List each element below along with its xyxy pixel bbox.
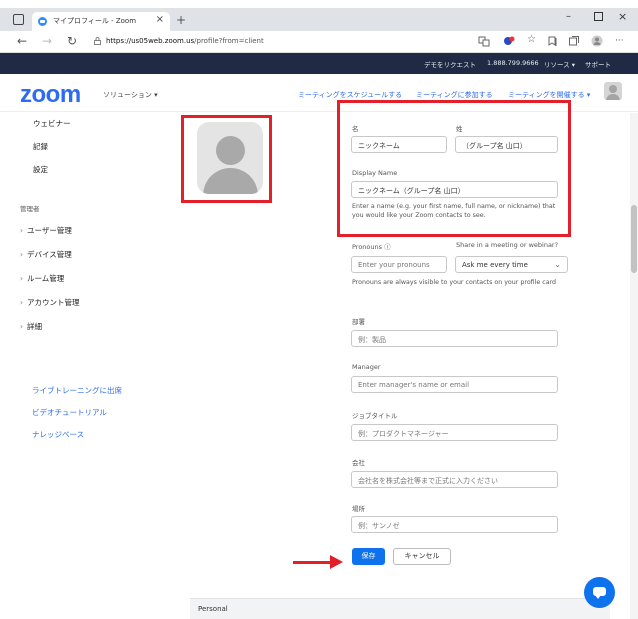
avatar-head <box>216 136 245 165</box>
location-label: 場所 <box>352 505 365 513</box>
support-link[interactable]: サポート <box>585 59 611 69</box>
sidebar-item-settings[interactable]: 設定 <box>33 164 48 175</box>
job-title-label: ジョブタイトル <box>352 412 398 420</box>
display-name-help: Enter a name (e.g. your first name, full… <box>352 203 556 219</box>
forward-arrow-icon[interactable]: → <box>42 34 52 48</box>
scrollbar-thumb[interactable] <box>631 205 637 273</box>
department-label: 部署 <box>352 318 365 326</box>
pronouns-help: Pronouns are always visible to your cont… <box>352 279 557 286</box>
cancel-button[interactable]: キャンセル <box>393 548 451 565</box>
avatar-body <box>203 168 258 194</box>
display-name-label: Display Name <box>352 169 398 177</box>
extension-icon[interactable] <box>503 35 515 47</box>
lock-icon <box>94 37 101 45</box>
share-pronouns-value: Ask me every time <box>462 261 528 269</box>
request-demo-link[interactable]: デモをリクエスト <box>424 59 476 69</box>
chat-bubble-icon <box>593 587 606 599</box>
chevron-right-icon: › <box>20 250 23 259</box>
new-tab-button[interactable]: + <box>176 13 186 27</box>
first-name-input[interactable]: ニックネーム <box>351 136 447 153</box>
sidebar-item-user-management[interactable]: › ユーザー管理 <box>20 225 72 236</box>
browser-tab-bar: マイプロフィール - Zoom × + – × <box>0 8 638 31</box>
job-title-input[interactable]: 例：プロダクトマネージャー <box>351 424 558 441</box>
sidebar-item-device-management[interactable]: › デバイス管理 <box>20 249 72 260</box>
refresh-icon[interactable]: ↻ <box>67 34 77 48</box>
user-avatar[interactable] <box>604 82 622 100</box>
tab-title: マイプロフィール - Zoom <box>53 17 137 25</box>
tab-close-icon[interactable]: × <box>156 14 164 25</box>
sidebar-item-room-management[interactable]: › ルーム管理 <box>20 273 64 284</box>
profile-icon[interactable] <box>591 35 603 47</box>
save-button[interactable]: 保存 <box>352 548 385 565</box>
favorite-star-icon[interactable]: ☆ <box>527 34 536 45</box>
sidebar-item-webinar[interactable]: ウェビナー <box>33 118 71 129</box>
share-pronouns-label: Share in a meeting or webinar? <box>456 241 559 249</box>
more-menu-icon[interactable]: ··· <box>615 36 624 46</box>
address-bar: ← → ↻ https://us05web.zoom.us/profile?fr… <box>0 31 638 53</box>
video-tutorials-link[interactable]: ビデオチュートリアル <box>32 407 107 418</box>
chat-support-button[interactable] <box>584 577 615 608</box>
sidebar-item-recordings[interactable]: 記録 <box>33 141 48 152</box>
live-training-link[interactable]: ライブトレーニングに出席 <box>32 385 122 396</box>
host-meeting-menu[interactable]: ミーティングを開催する ▾ <box>508 90 590 100</box>
sidebar-item-account-management[interactable]: › アカウント管理 <box>20 297 80 308</box>
back-arrow-icon[interactable]: ← <box>17 34 27 48</box>
translate-icon[interactable] <box>478 35 490 47</box>
chevron-down-icon: ⌄ <box>554 260 561 269</box>
url-text: https://us05web.zoom.us/profile?from=cli… <box>106 37 264 45</box>
last-name-input[interactable]: （グループ名 山口） <box>455 136 558 153</box>
chevron-right-icon: › <box>20 226 23 235</box>
phone-link[interactable]: 1.888.799.9666 <box>487 59 539 67</box>
chevron-right-icon: › <box>20 274 23 283</box>
close-window-button[interactable]: × <box>618 10 627 23</box>
company-input[interactable]: 会社名を株式会社等まで正式に入力ください <box>351 471 558 488</box>
top-strip <box>0 0 638 8</box>
first-name-label: 名 <box>352 125 359 133</box>
chevron-right-icon: › <box>20 322 23 331</box>
knowledge-base-link[interactable]: ナレッジベース <box>32 429 84 440</box>
sidebar-admin-heading: 管理者 <box>20 205 40 213</box>
department-input[interactable]: 例：製品 <box>351 330 558 347</box>
collections-icon[interactable] <box>568 35 580 47</box>
join-meeting-link[interactable]: ミーティングに参加する <box>416 90 493 100</box>
location-input[interactable]: 例：サンノゼ <box>351 516 558 533</box>
pronouns-input[interactable]: Enter your pronouns <box>351 256 447 273</box>
profile-photo[interactable] <box>197 122 263 194</box>
annotation-arrow-icon <box>330 555 343 569</box>
personal-section-label: Personal <box>198 605 228 613</box>
favorites-collection-icon[interactable] <box>547 35 559 47</box>
resources-menu[interactable]: リソース ▾ <box>544 59 575 69</box>
top-promo-bar: デモをリクエスト 1.888.799.9666 リソース ▾ サポート <box>0 53 638 74</box>
sidebar: ウェビナー 記録 設定 管理者 › ユーザー管理 › デバイス管理 › ルーム管理 ›… <box>0 113 170 619</box>
company-label: 会社 <box>352 459 365 467</box>
display-name-input[interactable]: ニックネーム（グループ名 山口） <box>351 181 558 198</box>
share-pronouns-select[interactable]: Ask me every time ⌄ <box>455 256 568 273</box>
manager-input[interactable]: Enter manager's name or email <box>351 376 558 393</box>
personal-section-header[interactable]: Personal <box>190 598 610 619</box>
chevron-right-icon: › <box>20 298 23 307</box>
maximize-button[interactable] <box>594 12 603 21</box>
photo-highlight-frame <box>181 115 272 203</box>
solutions-menu[interactable]: ソリューション ▾ <box>103 90 158 100</box>
annotation-arrow-shaft <box>293 561 333 564</box>
scrollbar-track[interactable] <box>630 113 638 619</box>
schedule-meeting-link[interactable]: ミーティングをスケジュールする <box>298 90 402 100</box>
pronouns-label: Pronouns ⓘ <box>352 243 391 251</box>
last-name-label: 姓 <box>456 125 463 133</box>
zoom-logo[interactable]: zoom <box>20 81 81 109</box>
manager-label: Manager <box>352 363 381 371</box>
browser-tab[interactable]: マイプロフィール - Zoom × <box>32 12 170 31</box>
sidebar-item-advanced[interactable]: › 詳細 <box>20 321 42 332</box>
minimize-button[interactable]: – <box>566 11 571 22</box>
zoom-favicon-icon <box>38 17 47 26</box>
url-field[interactable]: https://us05web.zoom.us/profile?from=cli… <box>92 34 492 49</box>
tab-actions-icon[interactable] <box>13 14 24 25</box>
